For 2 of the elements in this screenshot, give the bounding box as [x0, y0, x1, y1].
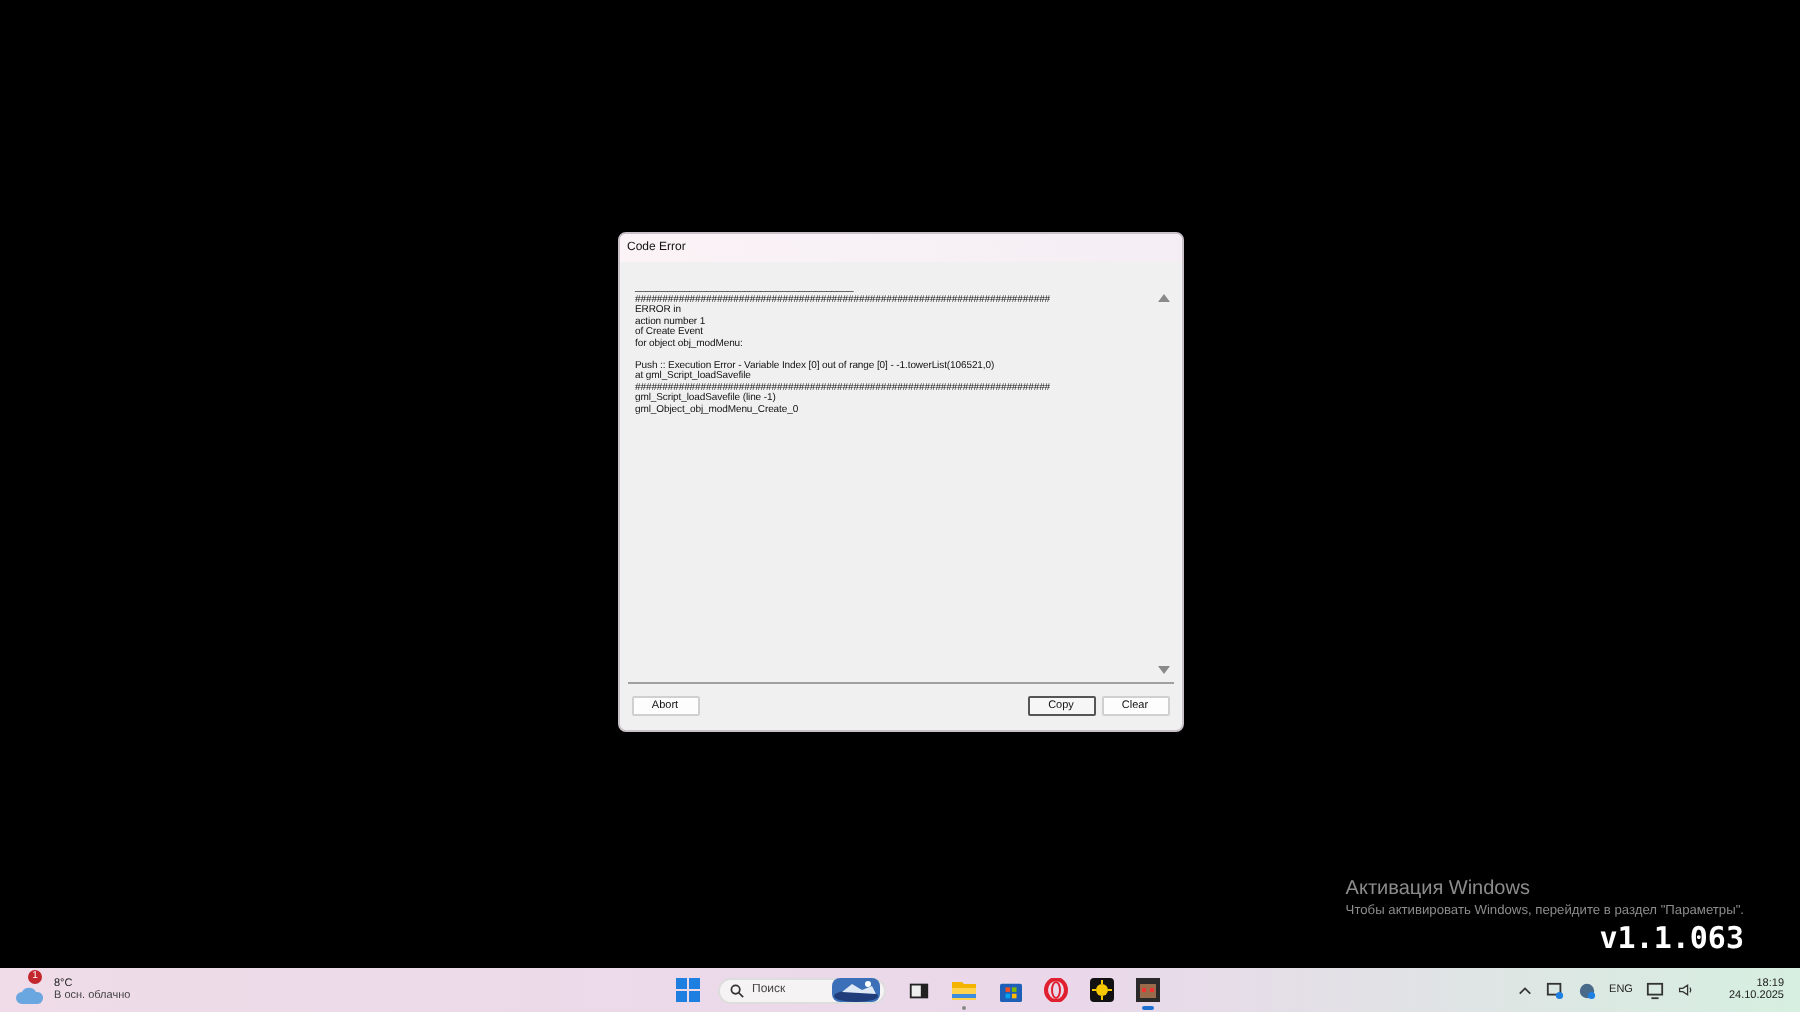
activation-title: Активация Windows: [1345, 878, 1532, 900]
version-label: v1.1.063: [1599, 920, 1744, 956]
